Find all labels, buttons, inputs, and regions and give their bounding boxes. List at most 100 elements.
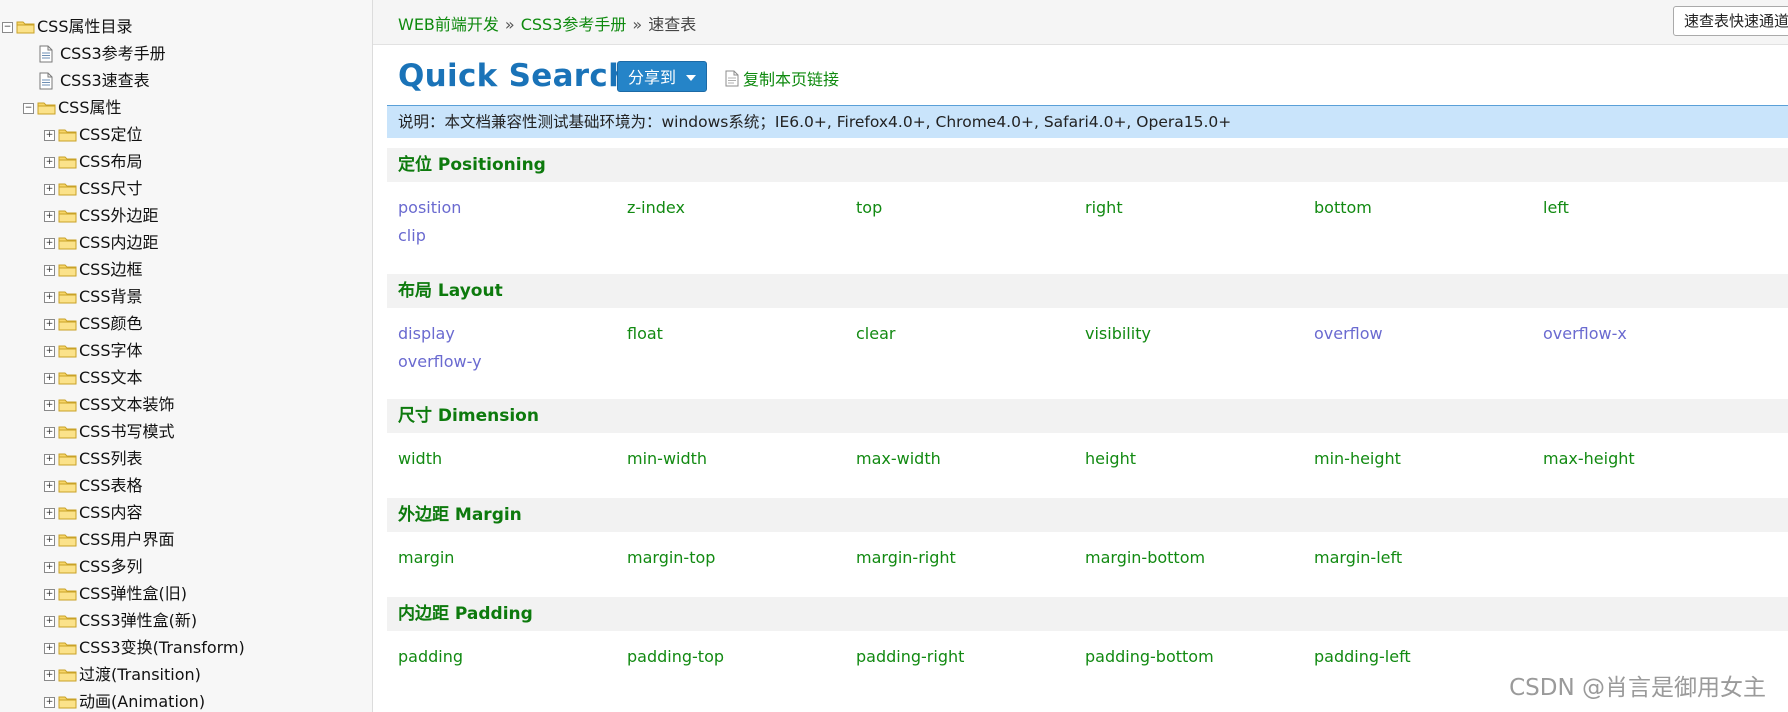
tree-group[interactable]: − CSS属性 — [23, 95, 122, 121]
property-link-top[interactable]: top — [856, 198, 882, 217]
expand-icon[interactable]: + — [44, 318, 55, 330]
expand-icon[interactable]: + — [44, 615, 55, 627]
tree-root[interactable]: − CSS属性目录 — [2, 14, 133, 40]
property-link-min-height[interactable]: min-height — [1314, 449, 1401, 468]
property-link-overflow-x[interactable]: overflow-x — [1543, 324, 1627, 343]
expand-icon[interactable]: + — [44, 507, 55, 519]
collapse-icon[interactable]: − — [2, 21, 13, 33]
share-button[interactable]: 分享到 — [617, 61, 707, 92]
expand-icon[interactable]: + — [44, 588, 55, 600]
tree-folder-item[interactable]: + CSS表格 — [44, 473, 143, 499]
tree-folder-item[interactable]: + CSS颜色 — [44, 311, 143, 337]
property-link-padding[interactable]: padding — [398, 647, 463, 666]
breadcrumb-separator: » — [632, 15, 643, 34]
expand-icon[interactable]: + — [44, 426, 55, 438]
expand-icon[interactable]: + — [44, 534, 55, 546]
tree-folder-item[interactable]: + CSS边框 — [44, 257, 143, 283]
expand-icon[interactable]: + — [44, 372, 55, 384]
tree-folder-item[interactable]: + CSS列表 — [44, 446, 143, 472]
folder-icon — [58, 344, 77, 358]
expand-icon[interactable]: + — [44, 237, 55, 249]
expand-icon[interactable]: + — [44, 156, 55, 168]
property-link-width[interactable]: width — [398, 449, 442, 468]
expand-icon[interactable]: + — [44, 696, 55, 708]
breadcrumb-css3-manual[interactable]: CSS3参考手册 — [521, 15, 627, 34]
tree-folder-item[interactable]: + CSS背景 — [44, 284, 143, 310]
expand-icon[interactable]: + — [44, 183, 55, 195]
tree-label: CSS内容 — [79, 503, 143, 522]
tree-folder-item[interactable]: + CSS布局 — [44, 149, 143, 175]
property-link-clear[interactable]: clear — [856, 324, 895, 343]
expand-icon[interactable]: + — [44, 642, 55, 654]
expand-icon[interactable]: + — [44, 264, 55, 276]
tree-folder-item[interactable]: + CSS文本 — [44, 365, 143, 391]
expand-icon[interactable]: + — [44, 399, 55, 411]
property-link-padding-top[interactable]: padding-top — [627, 647, 724, 666]
expand-icon[interactable]: + — [44, 210, 55, 222]
tree-label: CSS文本装饰 — [79, 395, 175, 414]
property-link-padding-left[interactable]: padding-left — [1314, 647, 1411, 666]
expand-icon[interactable]: + — [44, 345, 55, 357]
property-link-left[interactable]: left — [1543, 198, 1569, 217]
folder-icon — [58, 587, 77, 601]
property-link-margin-bottom[interactable]: margin-bottom — [1085, 548, 1205, 567]
expand-icon[interactable]: + — [44, 480, 55, 492]
breadcrumb-home[interactable]: WEB前端开发 — [398, 15, 499, 34]
quick-access-select[interactable]: 速查表快速通道 — [1673, 6, 1788, 36]
tree-folder-item[interactable]: + CSS3弹性盒(新) — [44, 608, 197, 634]
property-link-display[interactable]: display — [398, 324, 455, 343]
tree-folder-item[interactable]: + CSS文本装饰 — [44, 392, 175, 418]
tree-doc-item[interactable]: CSS3参考手册 — [38, 41, 166, 67]
tree-label: CSS弹性盒(旧) — [79, 584, 187, 603]
tree-folder-item[interactable]: + CSS内容 — [44, 500, 143, 526]
collapse-icon[interactable]: − — [23, 102, 34, 114]
share-button-label: 分享到 — [628, 68, 677, 87]
property-link-margin-top[interactable]: margin-top — [627, 548, 715, 567]
section-heading: 布局 Layout — [387, 274, 1788, 308]
folder-icon — [58, 668, 77, 682]
tree-folder-item[interactable]: + CSS3变换(Transform) — [44, 635, 245, 661]
tree-folder-item[interactable]: + CSS弹性盒(旧) — [44, 581, 187, 607]
property-link-bottom[interactable]: bottom — [1314, 198, 1372, 217]
tree-folder-item[interactable]: + CSS内边距 — [44, 230, 159, 256]
tree-folder-item[interactable]: + CSS字体 — [44, 338, 143, 364]
property-link-padding-right[interactable]: padding-right — [856, 647, 964, 666]
tree-folder-item[interactable]: + CSS定位 — [44, 122, 143, 148]
property-link-margin-left[interactable]: margin-left — [1314, 548, 1402, 567]
tree-folder-item[interactable]: + 过渡(Transition) — [44, 662, 201, 688]
property-link-clip[interactable]: clip — [398, 226, 426, 245]
property-link-overflow[interactable]: overflow — [1314, 324, 1383, 343]
property-link-height[interactable]: height — [1085, 449, 1136, 468]
property-link-max-height[interactable]: max-height — [1543, 449, 1635, 468]
tree-label: CSS内边距 — [79, 233, 159, 252]
property-link-padding-bottom[interactable]: padding-bottom — [1085, 647, 1214, 666]
tree-folder-item[interactable]: + CSS外边距 — [44, 203, 159, 229]
property-link-margin-right[interactable]: margin-right — [856, 548, 956, 567]
property-link-overflow-y[interactable]: overflow-y — [398, 352, 482, 371]
expand-icon[interactable]: + — [44, 561, 55, 573]
tree-folder-item[interactable]: + CSS多列 — [44, 554, 143, 580]
expand-icon[interactable]: + — [44, 129, 55, 141]
folder-icon — [58, 371, 77, 385]
property-link-margin[interactable]: margin — [398, 548, 454, 567]
tree-doc-item[interactable]: CSS3速查表 — [38, 68, 150, 94]
expand-icon[interactable]: + — [44, 453, 55, 465]
tree-label: CSS表格 — [79, 476, 143, 495]
property-link-float[interactable]: float — [627, 324, 663, 343]
tree-folder-item[interactable]: + 动画(Animation) — [44, 689, 205, 712]
tree-folder-item[interactable]: + CSS用户界面 — [44, 527, 175, 553]
folder-icon — [58, 533, 77, 547]
property-link-right[interactable]: right — [1085, 198, 1123, 217]
tree-folder-item[interactable]: + CSS书写模式 — [44, 419, 175, 445]
property-link-min-width[interactable]: min-width — [627, 449, 707, 468]
tree-folder-item[interactable]: + CSS尺寸 — [44, 176, 143, 202]
property-link-z-index[interactable]: z-index — [627, 198, 685, 217]
property-link-visibility[interactable]: visibility — [1085, 324, 1151, 343]
property-link-position[interactable]: position — [398, 198, 461, 217]
property-link-max-width[interactable]: max-width — [856, 449, 941, 468]
tree-label: CSS颜色 — [79, 314, 143, 333]
expand-icon[interactable]: + — [44, 291, 55, 303]
folder-icon — [58, 479, 77, 493]
copy-link-button[interactable]: 复制本页链接 — [725, 66, 839, 90]
expand-icon[interactable]: + — [44, 669, 55, 681]
